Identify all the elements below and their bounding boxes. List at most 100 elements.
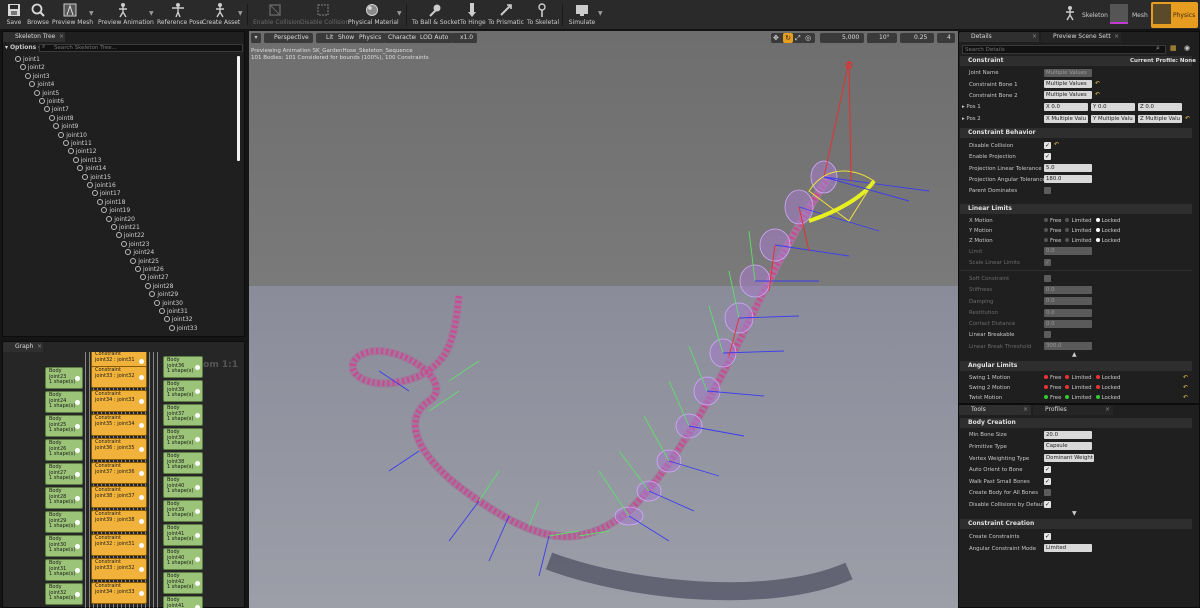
tree-item-joint32[interactable]: joint32 <box>163 316 193 324</box>
body-node[interactable]: Body joint29 1 shape(s) <box>45 511 83 533</box>
reset-icon[interactable]: ↶ <box>1054 141 1059 148</box>
tree-item-joint4[interactable]: joint4 <box>29 81 54 89</box>
enable-collision-button[interactable]: Enable Collision <box>253 0 300 30</box>
node-pin-icon[interactable] <box>195 437 200 442</box>
simulate-button[interactable]: Simulate <box>568 0 596 30</box>
body-node[interactable]: Body joint24 1 shape(s) <box>45 391 83 413</box>
x-motion-radio[interactable]: Free Limited Locked <box>1040 218 1120 224</box>
stiffness-field[interactable]: 0.0 <box>1044 286 1092 294</box>
body-node[interactable]: Body joint28 1 shape(s) <box>45 487 83 509</box>
node-pin-icon[interactable] <box>75 568 80 573</box>
body-node[interactable]: Body joint31 1 shape(s) <box>45 559 83 581</box>
enable-projection-checkbox[interactable]: ✓ <box>1044 153 1051 160</box>
body-node[interactable]: Body joint38 1 shape(s) <box>163 452 203 474</box>
min-bone-field[interactable]: 20.0 <box>1044 431 1092 439</box>
pos1-x-field[interactable]: X 0.0 <box>1044 103 1088 111</box>
rotate-icon[interactable]: ↻ <box>783 33 793 43</box>
angular-mode-select[interactable]: Limited <box>1044 544 1092 552</box>
tree-item-joint19[interactable]: joint19 <box>101 207 130 215</box>
reset-icon[interactable]: ↶ <box>1185 115 1190 122</box>
linear-breakable-checkbox[interactable] <box>1044 331 1051 338</box>
node-pin-icon[interactable] <box>139 375 144 380</box>
tab-skeleton-tree[interactable]: Skeleton Tree <box>3 32 65 42</box>
disable-collision-button[interactable]: Disable Collision <box>300 0 349 30</box>
tree-item-joint20[interactable]: joint20 <box>106 215 135 224</box>
skeleton-mode-button[interactable]: Skeleton <box>1060 2 1108 28</box>
body-node[interactable]: Body joint39 1 shape(s) <box>163 500 203 522</box>
details-search-input[interactable] <box>962 45 1166 54</box>
body-node[interactable]: Bodyjoint411 shape(s) <box>163 596 203 608</box>
parent-dominates-checkbox[interactable] <box>1044 187 1051 194</box>
tree-item-joint5[interactable]: joint5 <box>34 89 59 98</box>
node-pin-icon[interactable] <box>75 424 80 429</box>
reset-icon[interactable]: ↶ <box>1183 374 1188 381</box>
pos2-z-field[interactable]: Z Multiple Valu <box>1138 115 1182 123</box>
tree-item-joint8[interactable]: joint8 <box>48 114 74 123</box>
lod-button[interactable]: LOD Auto <box>416 33 453 43</box>
node-pin-icon[interactable] <box>139 471 144 476</box>
linear-break-field[interactable]: 300.0 <box>1044 342 1092 350</box>
scale-linear-checkbox[interactable]: ✓ <box>1044 259 1051 266</box>
close-icon[interactable]: × <box>1032 32 1037 42</box>
proj-linear-field[interactable]: 5.0 <box>1044 164 1092 172</box>
physics-mode-button[interactable]: Physics <box>1151 2 1198 28</box>
pos2-x-field[interactable]: X Multiple Valu <box>1044 115 1088 123</box>
node-pin-icon[interactable] <box>75 520 80 525</box>
to-ball-socket-button[interactable]: To Ball & Socket <box>412 0 460 30</box>
damping-field[interactable]: 0.0 <box>1044 297 1092 305</box>
node-pin-icon[interactable] <box>139 567 144 572</box>
tree-item-joint2[interactable]: joint2 <box>19 64 45 72</box>
options-menu[interactable]: ▾ Options ▾ <box>5 44 41 51</box>
constraint-node[interactable]: Constraint joint37 : joint36 <box>91 462 147 484</box>
tree-item-joint17[interactable]: joint17 <box>91 190 121 198</box>
node-pin-icon[interactable] <box>139 423 144 428</box>
scale-snap-button[interactable]: 0.25 <box>900 33 934 43</box>
twist-radio[interactable]: Free Limited Locked <box>1040 395 1120 401</box>
close-icon[interactable]: × <box>59 32 64 42</box>
expand-advanced-icon[interactable]: ▼ <box>1072 510 1077 517</box>
constraint-creation-header[interactable]: Constraint Creation <box>960 519 1192 529</box>
tree-item-joint25[interactable]: joint25 <box>130 257 159 266</box>
body-node[interactable]: Body joint38 1 shape(s) <box>163 380 203 402</box>
tree-item-joint33[interactable]: joint33 <box>168 324 197 333</box>
tree-scrollbar[interactable] <box>237 56 240 161</box>
node-pin-icon[interactable] <box>195 485 200 490</box>
node-pin-icon[interactable] <box>75 496 80 501</box>
disable-collisions-default-checkbox[interactable]: ✓ <box>1044 501 1051 508</box>
grid-snap-button[interactable]: 5,000 <box>820 33 864 43</box>
tab-details[interactable]: Details <box>959 32 1039 42</box>
mesh-mode-button[interactable]: Mesh <box>1110 2 1150 28</box>
tree-item-joint6[interactable]: joint6 <box>39 98 64 106</box>
tree-item-joint29[interactable]: joint29 <box>149 291 178 299</box>
body-node[interactable]: Body joint25 1 shape(s) <box>45 415 83 437</box>
body-node[interactable]: Body joint42 1 shape(s) <box>163 572 203 594</box>
node-pin-icon[interactable] <box>139 591 144 596</box>
node-pin-icon[interactable] <box>75 592 80 597</box>
node-pin-icon[interactable] <box>139 495 144 500</box>
property-matrix-icon[interactable]: ▦ <box>1170 44 1177 52</box>
to-skeletal-button[interactable]: To Skeletal <box>527 0 559 30</box>
preview-mesh-dropdown-icon[interactable]: ▼ <box>89 10 94 17</box>
body-node[interactable]: Body joint40 1 shape(s) <box>163 548 203 570</box>
node-pin-icon[interactable] <box>75 448 80 453</box>
skeleton-tree-search-input[interactable] <box>39 44 243 52</box>
tree-item-joint27[interactable]: joint27 <box>139 274 169 282</box>
save-button[interactable]: Save <box>3 0 25 30</box>
tree-item-joint10[interactable]: joint10 <box>58 131 87 140</box>
close-icon[interactable]: × <box>37 342 42 352</box>
constraint-node[interactable]: Constraint joint36 : joint35 <box>91 438 147 460</box>
pos1-z-field[interactable]: Z 0.0 <box>1138 103 1182 111</box>
body-node[interactable]: Body joint36 1 shape(s) <box>163 356 203 378</box>
simulate-dropdown-icon[interactable]: ▼ <box>598 10 603 17</box>
to-hinge-button[interactable]: To Hinge <box>460 0 486 30</box>
create-asset-button[interactable]: Create Asset <box>202 0 240 30</box>
constraint-node[interactable]: Constraint joint39 : joint38 <box>91 510 147 532</box>
physical-material-button[interactable]: Physical Material <box>348 0 399 30</box>
pos2-y-field[interactable]: Y Multiple Valu <box>1091 115 1135 123</box>
tree-item-joint12[interactable]: joint12 <box>67 148 97 156</box>
joint-name-field[interactable]: Multiple Values <box>1044 69 1092 77</box>
tree-item-joint7[interactable]: joint7 <box>43 106 69 114</box>
node-pin-icon[interactable] <box>75 400 80 405</box>
auto-orient-checkbox[interactable]: ✓ <box>1044 466 1051 473</box>
node-pin-icon[interactable] <box>139 519 144 524</box>
